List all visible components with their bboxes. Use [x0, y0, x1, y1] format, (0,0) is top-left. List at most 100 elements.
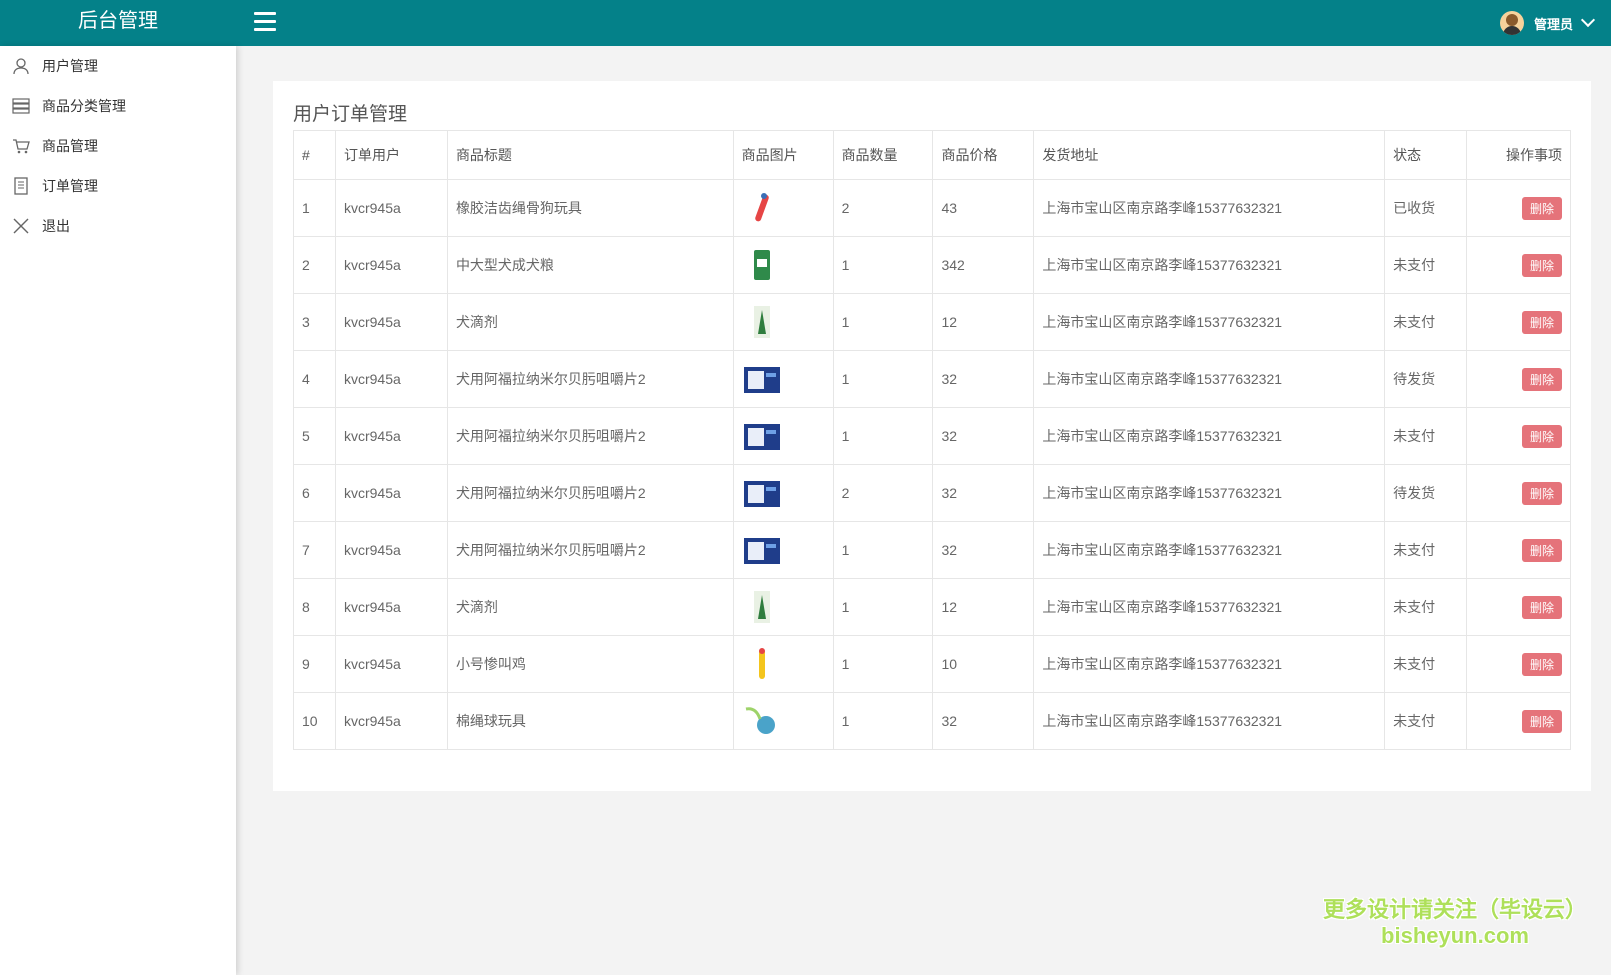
- delete-button[interactable]: 删除: [1521, 367, 1562, 391]
- cell-status: 待发货: [1384, 350, 1468, 408]
- cell-user: kvcr945a: [334, 692, 448, 750]
- sidebar-item-products[interactable]: 商品管理: [0, 126, 236, 166]
- cell-qty: 1: [832, 578, 934, 636]
- cell-id: 1: [293, 179, 336, 237]
- cell-price: 32: [932, 407, 1035, 465]
- col-header: 操作事项: [1466, 130, 1571, 180]
- cell-status: 未支付: [1384, 407, 1468, 465]
- product-thumbnail: [742, 418, 782, 454]
- table-row: 2 kvcr945a 中大型犬成犬粮 1 342 上海市宝山区南京路李峰153776323…: [293, 236, 1571, 294]
- cell-title: 小号惨叫鸡: [446, 635, 734, 693]
- cell-title: 犬用阿福拉纳米尔贝肟咀嚼片2: [446, 521, 734, 579]
- cell-action: 删除: [1466, 236, 1571, 294]
- cell-price: 12: [932, 578, 1035, 636]
- cell-price: 43: [932, 179, 1035, 237]
- delete-button[interactable]: 删除: [1521, 310, 1562, 334]
- cell-status: 未支付: [1384, 578, 1468, 636]
- cell-price: 12: [932, 293, 1035, 351]
- cell-qty: 1: [832, 521, 934, 579]
- document-icon: [12, 177, 30, 195]
- sidebar-item-label: 用户管理: [42, 58, 98, 74]
- cell-title: 犬用阿福拉纳米尔贝肟咀嚼片2: [446, 464, 734, 522]
- col-header: 商品标题: [446, 130, 734, 180]
- cell-action: 删除: [1466, 578, 1571, 636]
- cell-title: 橡胶洁齿绳骨狗玩具: [446, 179, 734, 237]
- cart-icon: [12, 137, 30, 155]
- table-row: 4 kvcr945a 犬用阿福拉纳米尔贝肟咀嚼片2 1 32 上海市宝山区南京路李峰153…: [293, 350, 1571, 408]
- cell-image: [732, 350, 834, 408]
- cell-id: 6: [293, 464, 336, 522]
- col-header: 状态: [1384, 130, 1468, 180]
- cell-qty: 1: [832, 407, 934, 465]
- sidebar-item-users[interactable]: 用户管理: [0, 46, 236, 86]
- cell-id: 4: [293, 350, 336, 408]
- cell-image: [732, 521, 834, 579]
- cell-user: kvcr945a: [334, 464, 448, 522]
- menu-toggle-icon[interactable]: [254, 12, 276, 32]
- cell-image: [732, 236, 834, 294]
- user-name: 管理员: [1533, 16, 1573, 32]
- cell-id: 9: [293, 635, 336, 693]
- table-row: 9 kvcr945a 小号惨叫鸡 1 10 上海市宝山区南京路李峰15377632321 未…: [293, 635, 1571, 693]
- col-header: 商品数量: [832, 130, 934, 180]
- sidebar-item-categories[interactable]: 商品分类管理: [0, 86, 236, 126]
- cell-image: [732, 464, 834, 522]
- cell-address: 上海市宝山区南京路李峰15377632321: [1033, 692, 1386, 750]
- delete-button[interactable]: 删除: [1521, 538, 1562, 562]
- cell-price: 32: [932, 692, 1035, 750]
- cell-user: kvcr945a: [334, 236, 448, 294]
- delete-button[interactable]: 删除: [1521, 652, 1562, 676]
- cell-price: 10: [932, 635, 1035, 693]
- delete-button[interactable]: 删除: [1521, 595, 1562, 619]
- orders-panel: 用户订单管理 # 订单用户 商品标题 商品图片 商品数量 商品价格 发货地址 状…: [273, 81, 1591, 791]
- product-thumbnail: [742, 190, 782, 226]
- cell-image: [732, 179, 834, 237]
- col-header: 商品图片: [732, 130, 834, 180]
- user-menu[interactable]: 管理员: [1499, 6, 1596, 40]
- cell-qty: 1: [832, 350, 934, 408]
- cell-price: 32: [932, 521, 1035, 579]
- sidebar-item-orders[interactable]: 订单管理: [0, 166, 236, 206]
- cell-address: 上海市宝山区南京路李峰15377632321: [1033, 236, 1386, 294]
- cell-qty: 1: [832, 236, 934, 294]
- cell-user: kvcr945a: [334, 179, 448, 237]
- sidebar-item-label: 退出: [42, 218, 70, 234]
- delete-button[interactable]: 删除: [1521, 481, 1562, 505]
- chevron-down-icon: [1580, 12, 1596, 28]
- cell-price: 32: [932, 464, 1035, 522]
- delete-button[interactable]: 删除: [1521, 253, 1562, 277]
- cell-user: kvcr945a: [334, 350, 448, 408]
- cell-address: 上海市宝山区南京路李峰15377632321: [1033, 179, 1386, 237]
- cell-status: 未支付: [1384, 635, 1468, 693]
- table-row: 1 kvcr945a 橡胶洁齿绳骨狗玩具 2 43 上海市宝山区南京路李峰15377632…: [293, 179, 1571, 237]
- list-icon: [12, 97, 30, 115]
- cell-address: 上海市宝山区南京路李峰15377632321: [1033, 635, 1386, 693]
- cell-address: 上海市宝山区南京路李峰15377632321: [1033, 464, 1386, 522]
- delete-button[interactable]: 删除: [1521, 709, 1562, 733]
- cell-qty: 1: [832, 635, 934, 693]
- cell-address: 上海市宝山区南京路李峰15377632321: [1033, 293, 1386, 351]
- delete-button[interactable]: 删除: [1521, 424, 1562, 448]
- product-thumbnail: [742, 247, 782, 283]
- cell-address: 上海市宝山区南京路李峰15377632321: [1033, 350, 1386, 408]
- cell-title: 犬滴剂: [446, 578, 734, 636]
- brand-title: 后台管理: [78, 10, 158, 32]
- cell-address: 上海市宝山区南京路李峰15377632321: [1033, 521, 1386, 579]
- table-row: 6 kvcr945a 犬用阿福拉纳米尔贝肟咀嚼片2 2 32 上海市宝山区南京路李峰153…: [293, 464, 1571, 522]
- table-row: 8 kvcr945a 犬滴剂 1 12 上海市宝山区南京路李峰15377632321 未支付…: [293, 578, 1571, 636]
- cell-id: 5: [293, 407, 336, 465]
- user-icon: [12, 57, 30, 75]
- table-row: 5 kvcr945a 犬用阿福拉纳米尔贝肟咀嚼片2 1 32 上海市宝山区南京路李峰153…: [293, 407, 1571, 465]
- cell-user: kvcr945a: [334, 521, 448, 579]
- cell-id: 10: [293, 692, 336, 750]
- product-thumbnail: [742, 532, 782, 568]
- cell-title: 犬用阿福拉纳米尔贝肟咀嚼片2: [446, 407, 734, 465]
- cell-image: [732, 692, 834, 750]
- cell-action: 删除: [1466, 350, 1571, 408]
- cell-status: 待发货: [1384, 464, 1468, 522]
- delete-button[interactable]: 删除: [1521, 196, 1562, 220]
- table-row: 10 kvcr945a 棉绳球玩具 1 32 上海市宝山区南京路李峰15377632321…: [293, 692, 1571, 750]
- cell-user: kvcr945a: [334, 407, 448, 465]
- cell-price: 342: [932, 236, 1035, 294]
- sidebar-item-logout[interactable]: 退出: [0, 206, 236, 246]
